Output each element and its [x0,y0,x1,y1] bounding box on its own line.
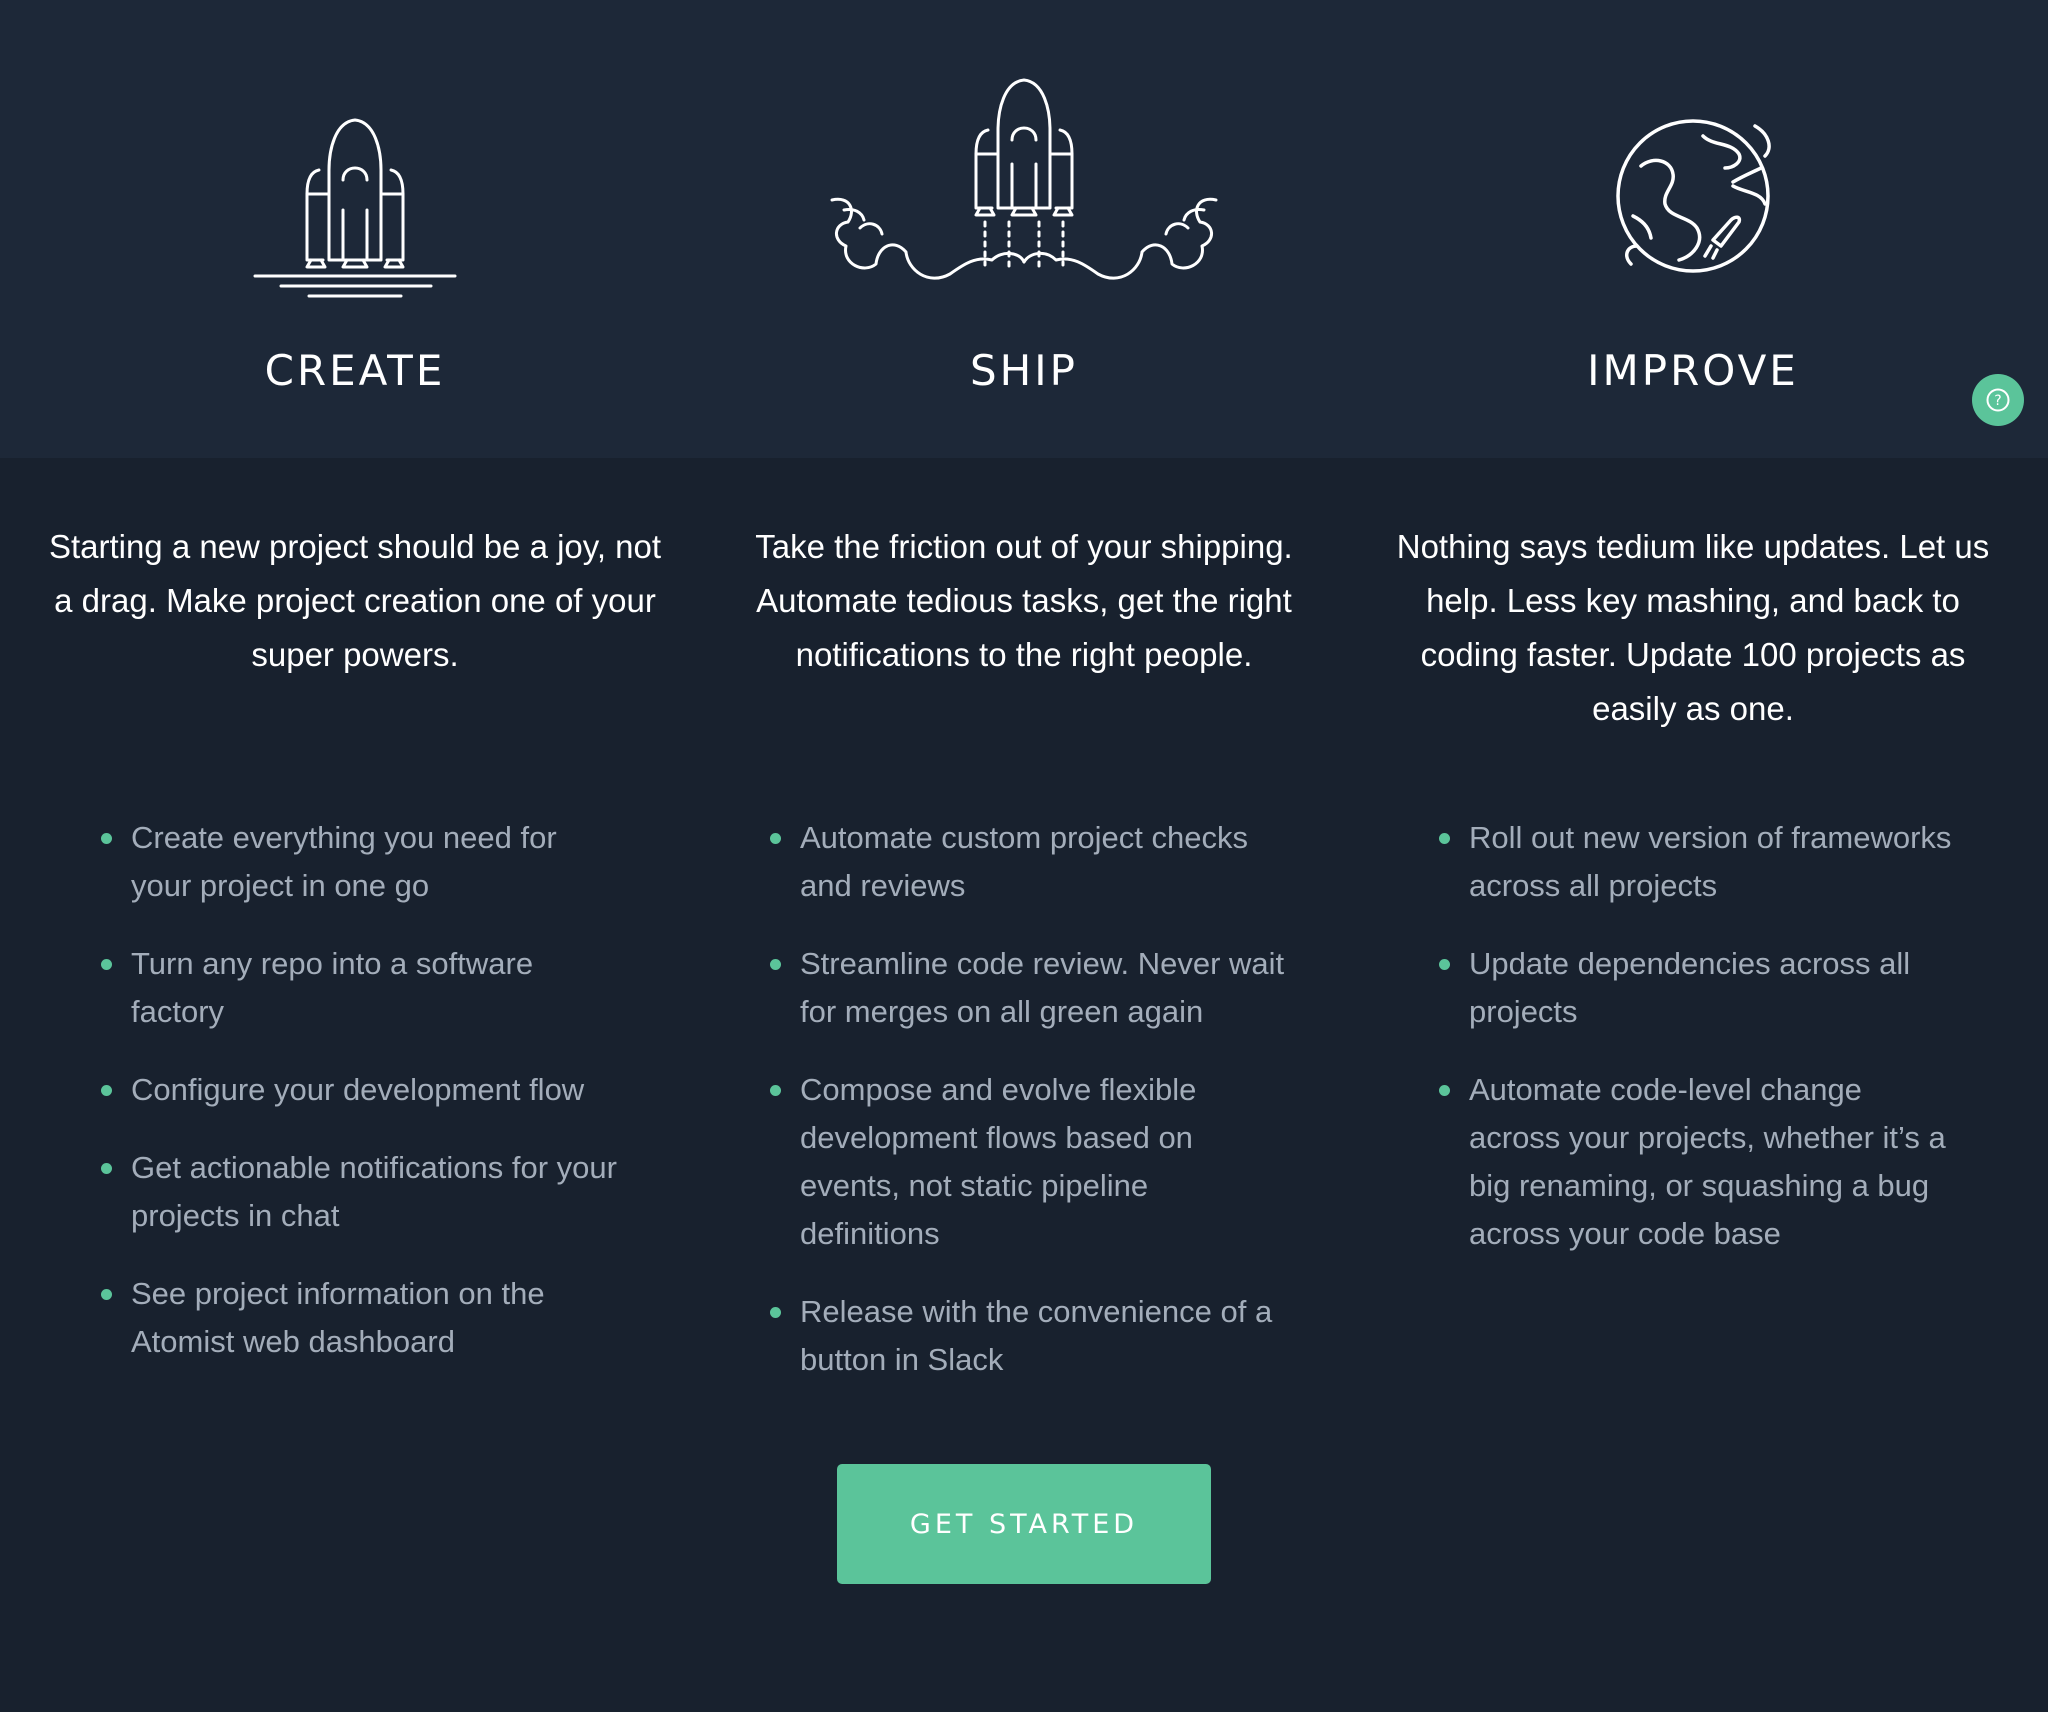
list-item-text: See project information on the Atomist w… [131,1276,545,1359]
help-button[interactable]: ? [1972,374,2024,426]
list-item: Configure your development flow [101,1066,621,1114]
list-item-text: Automate code-level change across your p… [1469,1072,1946,1251]
list-item: Create everything you need for your proj… [101,814,621,910]
globe-orbit-icon [1359,60,2027,310]
bullet-icon [1439,959,1450,970]
get-started-button[interactable]: GET STARTED [837,1464,1211,1584]
list-item: Automate custom project checks and revie… [770,814,1290,910]
column-title: CREATE [264,346,446,395]
bullet-icon [101,959,112,970]
bullet-icon [101,1289,112,1300]
svg-text:?: ? [1994,393,2001,409]
list-item-text: Configure your development flow [131,1072,585,1107]
list-item: Update dependencies across all projects [1439,940,1959,1036]
column-description: Nothing says tedium like updates. Let us… [1396,528,1990,727]
list-item-text: Streamline code review. Never wait for m… [800,946,1285,1029]
bullet-icon [1439,833,1450,844]
feature-list: Automate custom project checks and revie… [770,814,1290,1414]
column-title: IMPROVE [1587,346,1799,395]
bullet-icon [770,833,781,844]
shuttle-on-pad-icon [21,60,689,310]
list-item-text: Update dependencies across all projects [1469,946,1911,1029]
bullet-icon [770,1085,781,1096]
list-item-text: Turn any repo into a software factory [131,946,534,1029]
list-item: See project information on the Atomist w… [101,1270,621,1366]
feature-list: Create everything you need for your proj… [101,814,621,1396]
list-item: Automate code-level change across your p… [1439,1066,1959,1258]
bullet-icon [101,1163,112,1174]
bullet-icon [1439,1085,1450,1096]
list-item-text: Compose and evolve flexible development … [800,1072,1197,1251]
list-item-text: Automate custom project checks and revie… [800,820,1248,903]
column-description: Take the friction out of your shipping. … [755,528,1293,673]
list-item: Get actionable notifications for your pr… [101,1144,621,1240]
bullet-icon [770,1307,781,1318]
list-item: Streamline code review. Never wait for m… [770,940,1290,1036]
shuttle-launch-icon [690,60,1358,310]
list-item-text: Release with the convenience of a button… [800,1294,1273,1377]
column-description: Starting a new project should be a joy, … [48,528,662,673]
list-item: Compose and evolve flexible development … [770,1066,1290,1258]
list-item-text: Get actionable notifications for your pr… [131,1150,617,1233]
help-icon: ? [1986,388,2010,412]
list-item-text: Roll out new version of frameworks acros… [1469,820,1952,903]
bullet-icon [101,1085,112,1096]
feature-list: Roll out new version of frameworks acros… [1439,814,1959,1288]
bullet-icon [101,833,112,844]
bullet-icon [770,959,781,970]
list-item: Release with the convenience of a button… [770,1288,1290,1384]
column-title: SHIP [970,346,1078,395]
list-item: Turn any repo into a software factory [101,940,621,1036]
list-item-text: Create everything you need for your proj… [131,820,557,903]
list-item: Roll out new version of frameworks acros… [1439,814,1959,910]
